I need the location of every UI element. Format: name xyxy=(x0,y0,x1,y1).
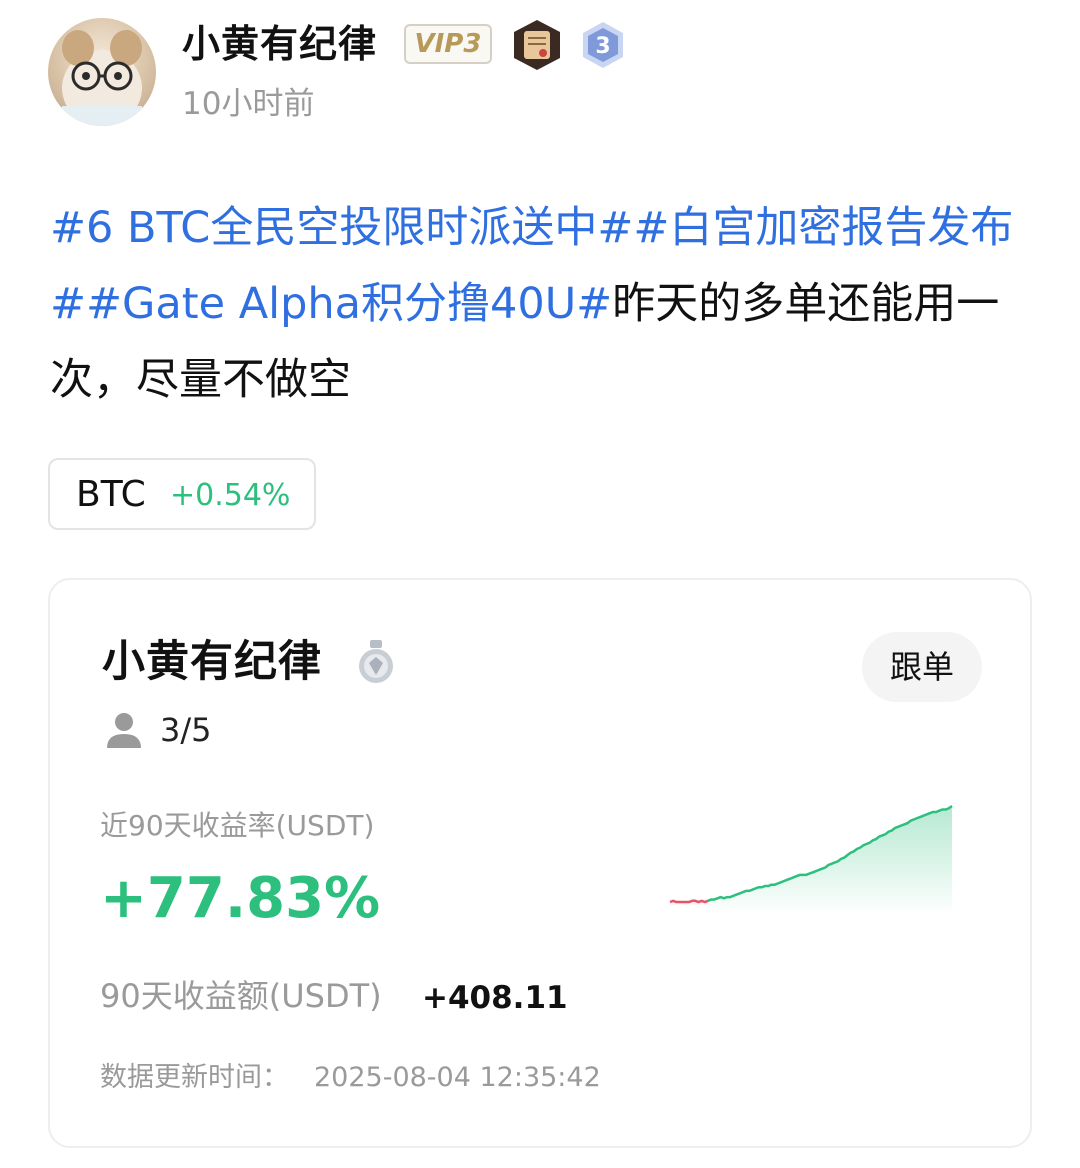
post-time: 10小时前 xyxy=(182,86,315,122)
silver-medal-icon xyxy=(356,638,396,690)
level-number: 3 xyxy=(595,34,610,59)
vip-badge: VIP3 xyxy=(404,24,492,64)
coin-symbol: BTC xyxy=(76,474,146,515)
sparkline-area xyxy=(708,806,952,910)
follow-trade-button[interactable]: 跟单 xyxy=(862,632,982,702)
author-name[interactable]: 小黄有纪律 xyxy=(182,18,377,70)
roi-sparkline-chart xyxy=(669,804,953,910)
user-icon xyxy=(104,710,144,754)
roi-value: +77.83% xyxy=(100,866,381,931)
pnl-value: +408.11 xyxy=(422,980,568,1016)
avatar[interactable] xyxy=(48,18,156,126)
pnl-label: 90天收益额(USDT) xyxy=(100,977,382,1015)
coin-chip[interactable]: BTC +0.54% xyxy=(48,458,316,530)
updated-timestamp: 2025-08-04 12:35:42 xyxy=(314,1062,601,1093)
certificate-badge-icon xyxy=(510,18,564,76)
post-content: #6 BTC全民空投限时派送中##白宫加密报告发布##Gate Alpha积分撸… xyxy=(50,190,1040,418)
trader-name: 小黄有纪律 xyxy=(102,637,322,687)
sparkline-negative-line xyxy=(669,899,709,904)
level-hexagon-icon: 3 xyxy=(580,20,626,74)
coin-change: +0.54% xyxy=(170,478,291,513)
post-page: 小黄有纪律 VIP3 3 10小时前 #6 BTC全民空投限时派送中##白宫加密… xyxy=(0,0,1080,1168)
updated-label: 数据更新时间： xyxy=(100,1062,289,1093)
copy-trade-card[interactable]: 小黄有纪律 跟单 3/5 近90天收益率(USDT) +77.83% 90天收益… xyxy=(48,578,1032,1148)
roi-label: 近90天收益率(USDT) xyxy=(100,809,375,842)
follower-count: 3/5 xyxy=(160,711,212,749)
avatar-image xyxy=(62,30,142,126)
hashtag-link[interactable]: #6 BTC全民空投限时派送中# xyxy=(50,203,633,253)
hashtag-link[interactable]: #Gate Alpha积分撸40U# xyxy=(86,279,612,329)
